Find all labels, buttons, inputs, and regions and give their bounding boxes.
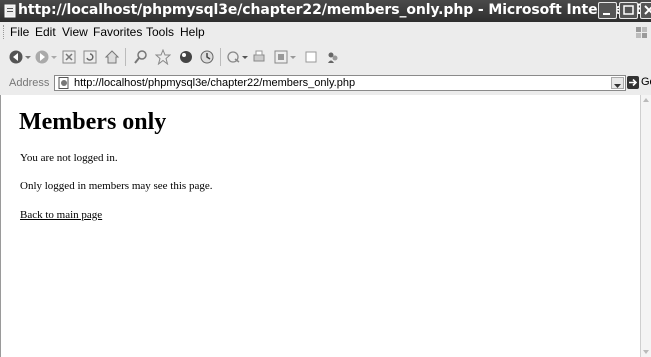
address-bar: Address http://localhost/phpmysql3e/chap… xyxy=(0,72,651,96)
address-dropdown-button[interactable] xyxy=(611,77,624,89)
forward-icon[interactable] xyxy=(34,49,50,65)
maximize-icon xyxy=(623,5,634,15)
title-bar[interactable]: http://localhost/phpmysql3e/chapter22/me… xyxy=(0,0,651,22)
messenger-icon[interactable] xyxy=(325,49,341,65)
stop-icon[interactable] xyxy=(61,49,77,65)
edit-dropdown-icon[interactable] xyxy=(289,49,297,65)
toolbar xyxy=(0,42,651,73)
address-url: http://localhost/phpmysql3e/chapter22/me… xyxy=(74,77,356,89)
browser-window: http://localhost/phpmysql3e/chapter22/me… xyxy=(0,0,651,357)
search-icon[interactable] xyxy=(133,49,149,65)
menu-view[interactable]: View xyxy=(62,25,88,39)
back-icon[interactable] xyxy=(8,49,24,65)
go-button[interactable]: Go xyxy=(627,76,651,91)
menu-help[interactable]: Help xyxy=(180,25,205,39)
ie-page-icon xyxy=(4,4,16,18)
go-arrow-icon xyxy=(627,76,639,89)
chevron-down-icon xyxy=(614,84,621,88)
mail-dropdown-icon[interactable] xyxy=(241,49,249,65)
scroll-up-arrow-icon[interactable] xyxy=(641,95,651,105)
media-icon[interactable] xyxy=(178,49,194,65)
ie-page-icon xyxy=(58,77,69,89)
toolbar-separator xyxy=(220,48,221,66)
address-label: Address xyxy=(9,77,50,89)
maximize-button[interactable] xyxy=(619,2,638,19)
minimize-button[interactable] xyxy=(598,2,617,19)
menu-tools[interactable]: Tools xyxy=(146,25,174,39)
discuss-icon[interactable] xyxy=(303,49,319,65)
not-logged-in-message: You are not logged in. xyxy=(20,152,118,164)
vertical-scrollbar[interactable] xyxy=(640,95,651,357)
scroll-down-arrow-icon[interactable] xyxy=(641,347,651,357)
members-only-message: Only logged in members may see this page… xyxy=(20,180,213,192)
history-icon[interactable] xyxy=(199,49,215,65)
back-to-main-page-link[interactable]: Back to main page xyxy=(20,209,102,221)
minimize-icon xyxy=(603,13,610,15)
go-label: Go xyxy=(641,76,651,88)
menu-bar: File Edit View Favorites Tools Help xyxy=(0,22,651,43)
mail-icon[interactable] xyxy=(226,49,242,65)
menu-edit[interactable]: Edit xyxy=(35,25,56,39)
close-button[interactable] xyxy=(640,2,651,19)
print-icon[interactable] xyxy=(251,49,267,65)
forward-dropdown-icon[interactable] xyxy=(50,49,58,65)
windows-logo-icon xyxy=(636,27,647,38)
edit-icon[interactable] xyxy=(273,49,289,65)
close-icon xyxy=(644,5,651,15)
home-icon[interactable] xyxy=(104,49,120,65)
menu-file[interactable]: File xyxy=(10,25,29,39)
window-title: http://localhost/phpmysql3e/chapter22/me… xyxy=(18,2,651,18)
favorites-icon[interactable] xyxy=(155,49,171,65)
refresh-icon[interactable] xyxy=(82,49,98,65)
page-title: Members only xyxy=(19,109,167,135)
toolbar-separator xyxy=(125,48,126,66)
back-dropdown-icon[interactable] xyxy=(24,49,32,65)
menu-grip[interactable] xyxy=(3,25,6,39)
menu-favorites[interactable]: Favorites xyxy=(93,25,142,39)
page-content: Members only You are not logged in. Only… xyxy=(0,95,640,357)
address-input[interactable]: http://localhost/phpmysql3e/chapter22/me… xyxy=(54,75,626,91)
